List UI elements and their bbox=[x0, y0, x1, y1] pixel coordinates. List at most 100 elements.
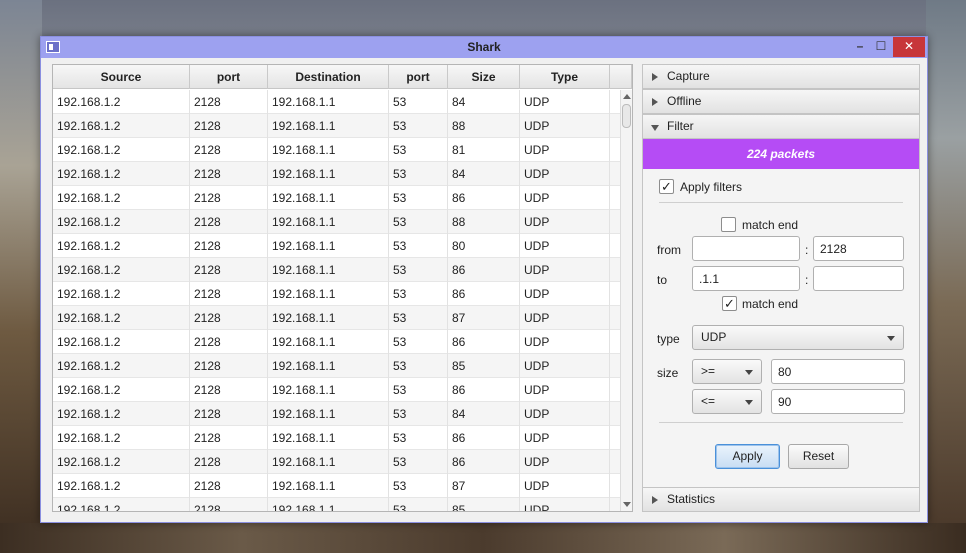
column-header-source[interactable]: Source bbox=[53, 65, 190, 89]
cell-destination-port: 53 bbox=[389, 450, 448, 474]
cell-type: UDP bbox=[520, 90, 610, 114]
from-match-end-checkbox[interactable] bbox=[721, 217, 736, 232]
packet-count-banner: 224 packets bbox=[643, 139, 919, 169]
cell-size: 86 bbox=[448, 258, 520, 282]
cell-size: 86 bbox=[448, 426, 520, 450]
apply-button[interactable]: Apply bbox=[715, 444, 780, 469]
cell-source-port: 2128 bbox=[190, 426, 268, 450]
table-row[interactable]: 192.168.1.2 2128 192.168.1.1 53 87 UDP bbox=[53, 474, 621, 498]
capture-section-header[interactable]: Capture bbox=[642, 64, 920, 89]
table-row[interactable]: 192.168.1.2 2128 192.168.1.1 53 84 UDP bbox=[53, 90, 621, 114]
scroll-down-icon[interactable] bbox=[623, 502, 631, 507]
close-button[interactable]: ✕ bbox=[893, 37, 925, 57]
table-row[interactable]: 192.168.1.2 2128 192.168.1.1 53 86 UDP bbox=[53, 186, 621, 210]
size-max-operator-select[interactable]: <= bbox=[692, 389, 762, 414]
cell-destination: 192.168.1.1 bbox=[268, 426, 389, 450]
size-min-input[interactable] bbox=[771, 359, 905, 384]
size-min-operator-select[interactable]: >= bbox=[692, 359, 762, 384]
cell-destination-port: 53 bbox=[389, 258, 448, 282]
cell-type: UDP bbox=[520, 186, 610, 210]
cell-size: 84 bbox=[448, 402, 520, 426]
type-select[interactable]: UDP bbox=[692, 325, 904, 350]
cell-type: UDP bbox=[520, 114, 610, 138]
table-row[interactable]: 192.168.1.2 2128 192.168.1.1 53 86 UDP bbox=[53, 450, 621, 474]
minimize-button[interactable]: – bbox=[849, 37, 871, 57]
cell-destination-port: 53 bbox=[389, 474, 448, 498]
cell-source: 192.168.1.2 bbox=[53, 426, 190, 450]
table-row[interactable]: 192.168.1.2 2128 192.168.1.1 53 86 UDP bbox=[53, 330, 621, 354]
table-row[interactable]: 192.168.1.2 2128 192.168.1.1 53 86 UDP bbox=[53, 282, 621, 306]
size-label: size bbox=[657, 366, 679, 380]
to-match-end-checkbox[interactable]: ✓ bbox=[722, 296, 737, 311]
cell-size: 87 bbox=[448, 306, 520, 330]
table-row[interactable]: 192.168.1.2 2128 192.168.1.1 53 86 UDP bbox=[53, 258, 621, 282]
cell-destination: 192.168.1.1 bbox=[268, 210, 389, 234]
table-row[interactable]: 192.168.1.2 2128 192.168.1.1 53 86 UDP bbox=[53, 378, 621, 402]
cell-type: UDP bbox=[520, 402, 610, 426]
cell-size: 84 bbox=[448, 162, 520, 186]
cell-source-port: 2128 bbox=[190, 138, 268, 162]
maximize-button[interactable]: ☐ bbox=[871, 37, 891, 57]
filter-section-header[interactable]: Filter bbox=[642, 114, 920, 139]
cell-size: 86 bbox=[448, 282, 520, 306]
cell-destination: 192.168.1.1 bbox=[268, 90, 389, 114]
size-max-input[interactable] bbox=[771, 389, 905, 414]
table-row[interactable]: 192.168.1.2 2128 192.168.1.1 53 88 UDP bbox=[53, 114, 621, 138]
offline-section-header[interactable]: Offline bbox=[642, 89, 920, 114]
cell-destination: 192.168.1.1 bbox=[268, 234, 389, 258]
to-port-input[interactable] bbox=[813, 266, 904, 291]
scroll-thumb[interactable] bbox=[622, 104, 631, 128]
to-match-end-label[interactable]: match end bbox=[742, 297, 798, 311]
cell-size: 87 bbox=[448, 474, 520, 498]
cell-source: 192.168.1.2 bbox=[53, 138, 190, 162]
cell-source: 192.168.1.2 bbox=[53, 498, 190, 511]
table-row[interactable]: 192.168.1.2 2128 192.168.1.1 53 80 UDP bbox=[53, 234, 621, 258]
table-row[interactable]: 192.168.1.2 2128 192.168.1.1 53 84 UDP bbox=[53, 162, 621, 186]
cell-destination: 192.168.1.1 bbox=[268, 138, 389, 162]
chevron-down-icon bbox=[651, 125, 659, 131]
column-header-type[interactable]: Type bbox=[520, 65, 610, 89]
cell-type: UDP bbox=[520, 378, 610, 402]
to-address-input[interactable] bbox=[692, 266, 800, 291]
from-port-input[interactable] bbox=[813, 236, 904, 261]
table-row[interactable]: 192.168.1.2 2128 192.168.1.1 53 88 UDP bbox=[53, 210, 621, 234]
cell-source-port: 2128 bbox=[190, 162, 268, 186]
scroll-up-icon[interactable] bbox=[623, 94, 631, 99]
table-row[interactable]: 192.168.1.2 2128 192.168.1.1 53 81 UDP bbox=[53, 138, 621, 162]
apply-filters-checkbox[interactable]: ✓ bbox=[659, 179, 674, 194]
statistics-section-label: Statistics bbox=[667, 492, 716, 506]
cell-size: 86 bbox=[448, 378, 520, 402]
cell-size: 88 bbox=[448, 210, 520, 234]
apply-filters-label[interactable]: Apply filters bbox=[680, 180, 742, 194]
filter-section-label: Filter bbox=[667, 119, 694, 133]
cell-source: 192.168.1.2 bbox=[53, 114, 190, 138]
table-scrollbar[interactable] bbox=[620, 90, 632, 511]
from-address-input[interactable] bbox=[692, 236, 800, 261]
cell-size: 85 bbox=[448, 498, 520, 511]
statistics-section-header[interactable]: Statistics bbox=[642, 487, 920, 512]
column-header-source-port[interactable]: port bbox=[190, 65, 268, 89]
cell-source: 192.168.1.2 bbox=[53, 306, 190, 330]
table-row[interactable]: 192.168.1.2 2128 192.168.1.1 53 85 UDP bbox=[53, 498, 621, 511]
cell-type: UDP bbox=[520, 330, 610, 354]
cell-destination-port: 53 bbox=[389, 282, 448, 306]
cell-destination-port: 53 bbox=[389, 90, 448, 114]
cell-size: 84 bbox=[448, 90, 520, 114]
packet-table[interactable]: Source port Destination port Size Type 1… bbox=[52, 64, 633, 512]
cell-destination-port: 53 bbox=[389, 162, 448, 186]
table-row[interactable]: 192.168.1.2 2128 192.168.1.1 53 86 UDP bbox=[53, 426, 621, 450]
table-row[interactable]: 192.168.1.2 2128 192.168.1.1 53 85 UDP bbox=[53, 354, 621, 378]
column-header-destination[interactable]: Destination bbox=[268, 65, 389, 89]
cell-destination-port: 53 bbox=[389, 114, 448, 138]
table-row[interactable]: 192.168.1.2 2128 192.168.1.1 53 87 UDP bbox=[53, 306, 621, 330]
table-row[interactable]: 192.168.1.2 2128 192.168.1.1 53 84 UDP bbox=[53, 402, 621, 426]
reset-button[interactable]: Reset bbox=[788, 444, 849, 469]
column-header-destination-port[interactable]: port bbox=[389, 65, 448, 89]
from-match-end-label[interactable]: match end bbox=[742, 218, 798, 232]
cell-source: 192.168.1.2 bbox=[53, 402, 190, 426]
title-bar[interactable]: Shark – ☐ ✕ bbox=[41, 37, 927, 58]
cell-destination-port: 53 bbox=[389, 210, 448, 234]
cell-source-port: 2128 bbox=[190, 306, 268, 330]
column-header-size[interactable]: Size bbox=[448, 65, 520, 89]
cell-type: UDP bbox=[520, 474, 610, 498]
